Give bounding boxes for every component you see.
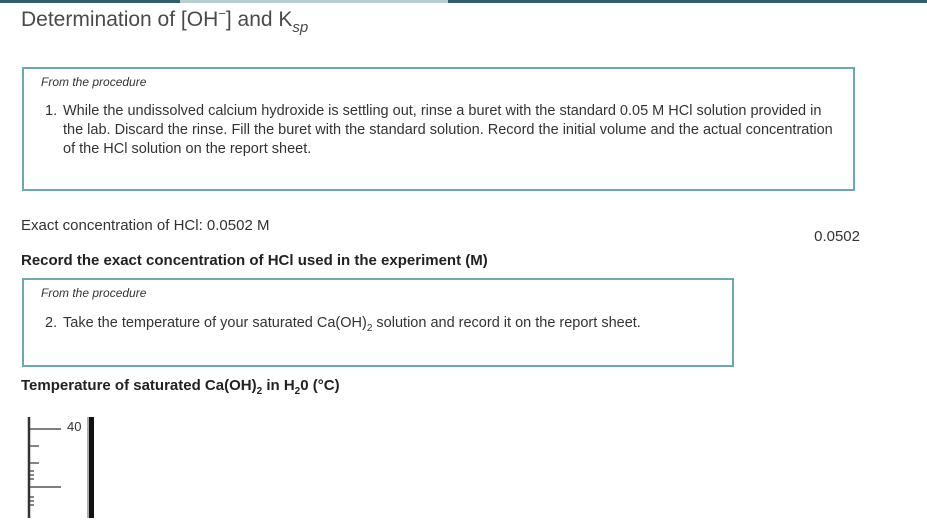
procedure-step-1: 1. While the undissolved calcium hydroxi…	[45, 103, 833, 157]
exact-concentration-text: Exact concentration of HCl: 0.0502 M	[21, 217, 270, 234]
procedure-box-1: From the procedure 1. While the undissol…	[22, 67, 855, 191]
top-accent-highlight	[180, 0, 448, 3]
procedure-label: From the procedure	[41, 286, 147, 300]
thermometer-scale-icon	[27, 417, 94, 518]
thermometer-widget[interactable]: 40	[27, 413, 97, 518]
question-temperature: Temperature of saturated Ca(OH)2 in H20 …	[21, 377, 340, 397]
top-accent-bar	[0, 0, 927, 3]
question-concentration: Record the exact concentration of HCl us…	[21, 252, 488, 269]
procedure-step-1-text: While the undissolved calcium hydroxide …	[63, 103, 833, 157]
page-title: Determination of [OH−] and Ksp	[21, 6, 309, 36]
concentration-answer-value[interactable]: 0.0502	[814, 228, 860, 245]
procedure-box-2: From the procedure 2. Take the temperatu…	[22, 278, 734, 367]
procedure-step-2: 2. Take the temperature of your saturate…	[45, 315, 641, 334]
thermometer-scale-label: 40	[67, 419, 82, 434]
procedure-label: From the procedure	[41, 75, 147, 89]
